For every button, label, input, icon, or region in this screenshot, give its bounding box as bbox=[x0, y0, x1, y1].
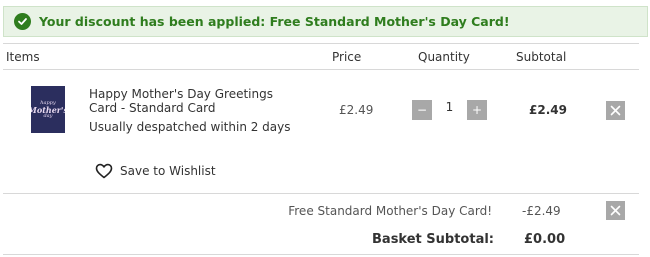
thumbnail-text: day bbox=[43, 112, 53, 119]
header-subtotal: Subtotal bbox=[516, 50, 567, 64]
item-price: £2.49 bbox=[339, 103, 374, 117]
header-items: Items bbox=[6, 50, 40, 64]
heart-icon bbox=[95, 163, 113, 179]
banner-message: Your discount has been applied: Free Sta… bbox=[39, 14, 510, 29]
discount-label: Free Standard Mother's Day Card! bbox=[288, 204, 492, 218]
remove-discount-button[interactable] bbox=[606, 201, 625, 220]
basket-subtotal-value: £0.00 bbox=[524, 232, 566, 247]
quantity-value[interactable]: 1 bbox=[432, 100, 467, 114]
divider bbox=[3, 193, 639, 194]
divider bbox=[3, 43, 639, 44]
save-to-wishlist-button[interactable]: Save to Wishlist bbox=[95, 163, 216, 179]
discount-applied-banner: Your discount has been applied: Free Sta… bbox=[3, 6, 648, 37]
discount-value: -£2.49 bbox=[522, 204, 561, 218]
product-thumbnail[interactable]: happy Mother's day bbox=[31, 86, 65, 133]
close-icon bbox=[610, 205, 621, 216]
wishlist-label: Save to Wishlist bbox=[120, 164, 216, 178]
check-circle-icon bbox=[14, 13, 31, 30]
despatch-info: Usually despatched within 2 days bbox=[89, 120, 291, 134]
header-price: Price bbox=[332, 50, 362, 64]
header-quantity: Quantity bbox=[418, 50, 470, 64]
item-subtotal: £2.49 bbox=[529, 103, 567, 117]
product-name-link[interactable]: Happy Mother's Day Greetings Card - Stan… bbox=[89, 87, 289, 115]
quantity-increase-button[interactable]: + bbox=[467, 100, 487, 120]
divider bbox=[3, 254, 639, 255]
quantity-decrease-button[interactable]: − bbox=[412, 100, 432, 120]
close-icon bbox=[610, 105, 621, 116]
remove-item-button[interactable] bbox=[606, 101, 625, 120]
basket-subtotal-label: Basket Subtotal: bbox=[372, 232, 494, 247]
divider bbox=[3, 69, 639, 70]
